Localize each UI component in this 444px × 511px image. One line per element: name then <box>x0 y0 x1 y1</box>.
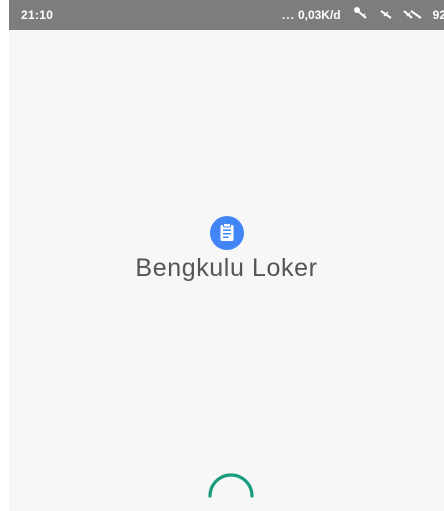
network-speed: 0,03K/d <box>297 7 341 22</box>
app-screen: 21:10 ... 0,03K/d 92 Bengkulu Loker <box>9 0 444 511</box>
splash-content: Bengkulu Loker <box>9 216 444 283</box>
app-name: Bengkulu Loker <box>135 254 318 282</box>
signal-muted-icon <box>379 6 393 23</box>
signal-strength-icon <box>402 6 423 23</box>
battery-level: 92 <box>432 7 444 22</box>
clipboard-icon <box>209 216 244 250</box>
status-time: 21:10 <box>21 8 54 22</box>
status-indicators: ... 0,03K/d 92 <box>282 6 444 23</box>
loading-spinner-icon <box>208 473 254 498</box>
status-dots: ... <box>281 7 295 22</box>
status-bar: 21:10 ... 0,03K/d 92 <box>9 0 444 30</box>
key-icon <box>353 6 369 23</box>
